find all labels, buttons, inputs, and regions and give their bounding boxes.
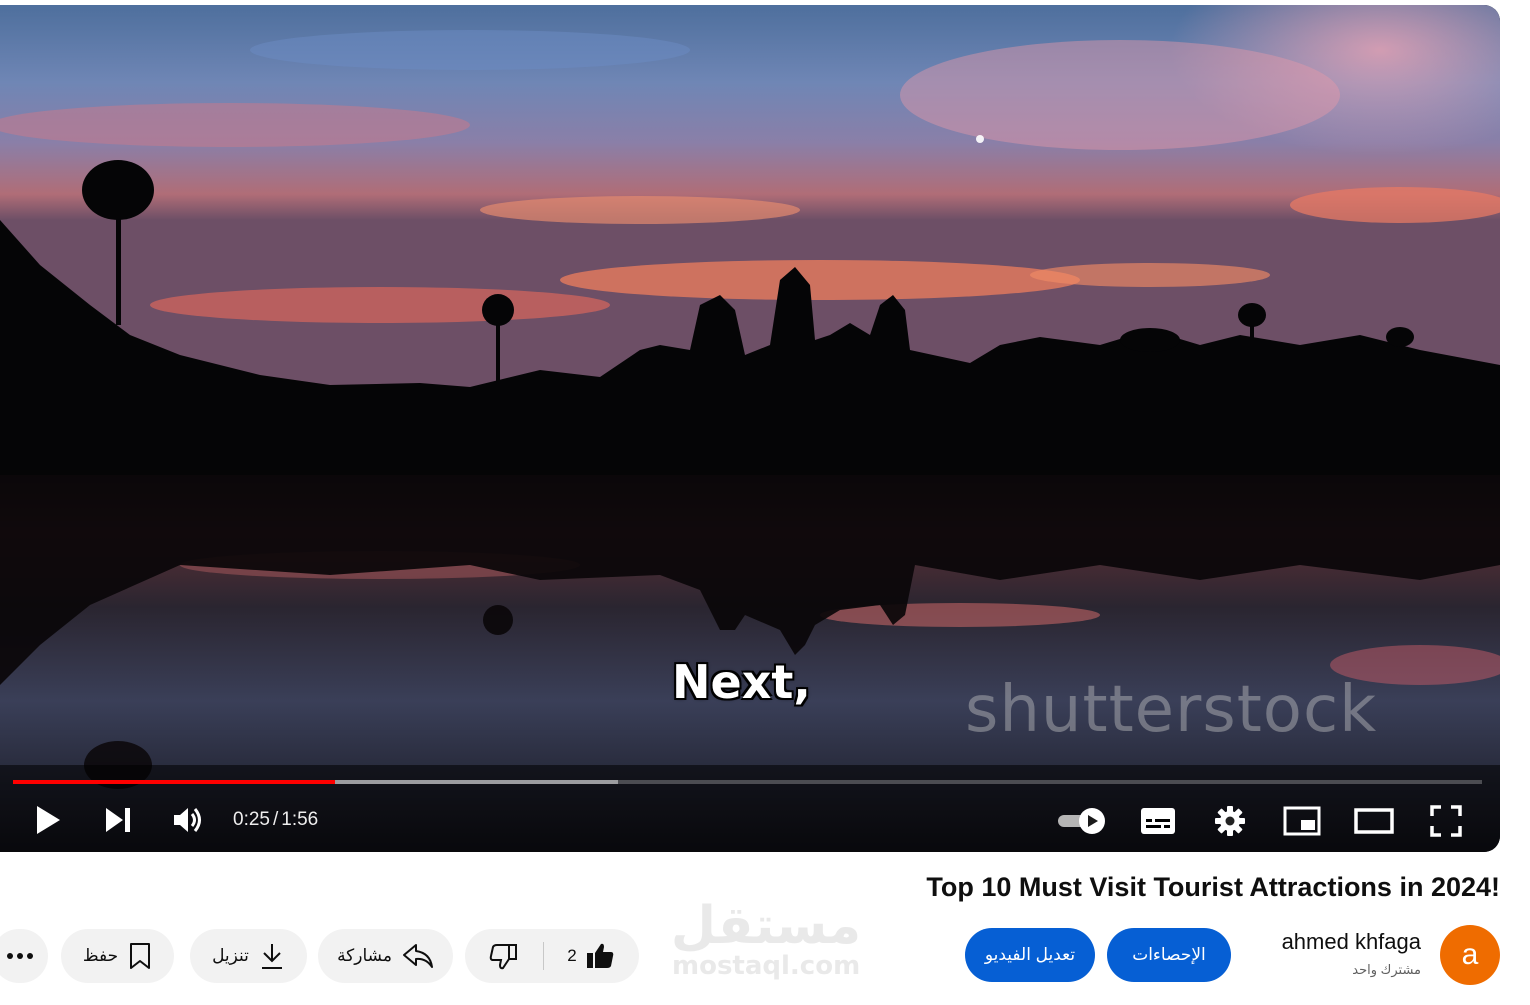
dislike-button[interactable] bbox=[465, 929, 543, 983]
play-button[interactable] bbox=[26, 798, 70, 842]
next-button[interactable] bbox=[96, 798, 140, 842]
like-divider bbox=[543, 942, 544, 970]
miniplayer-icon bbox=[1283, 806, 1321, 836]
avatar-letter: a bbox=[1461, 938, 1479, 971]
video-title: Top 10 Must Visit Tourist Attractions in… bbox=[926, 872, 1500, 902]
video-player[interactable]: Next, shutterstock 0:25/1:56 bbox=[0, 5, 1500, 852]
stats-button[interactable]: الإحصاءات bbox=[1107, 928, 1231, 982]
download-icon bbox=[261, 944, 282, 969]
autoplay-toggle-icon bbox=[1058, 808, 1105, 834]
stock-watermark: shutterstock bbox=[965, 673, 1378, 747]
subtitles-button[interactable] bbox=[1136, 799, 1180, 843]
autoplay-toggle[interactable] bbox=[1054, 801, 1110, 841]
save-button-label: حفظ bbox=[82, 946, 119, 965]
thumbs-down-icon bbox=[489, 944, 517, 970]
share-button[interactable]: مشاركة bbox=[318, 929, 453, 983]
channel-avatar[interactable]: a bbox=[1440, 925, 1500, 985]
like-dislike-group: 2 bbox=[465, 929, 639, 983]
time-current: 0:25 bbox=[233, 809, 270, 830]
download-button[interactable]: تنزيل bbox=[190, 929, 307, 983]
like-count: 2 bbox=[567, 946, 577, 965]
settings-button[interactable] bbox=[1208, 799, 1252, 843]
like-button[interactable]: 2 bbox=[543, 929, 639, 983]
channel-name[interactable]: ahmed khfaga bbox=[1282, 929, 1421, 955]
time-total: 1:56 bbox=[281, 809, 319, 830]
watermark-latin: mostaql.com bbox=[672, 951, 861, 981]
edit-video-button[interactable]: تعديل الفيديو bbox=[965, 928, 1095, 982]
stats-button-label: الإحصاءات bbox=[1132, 945, 1206, 964]
progress-bar[interactable] bbox=[13, 780, 1482, 784]
theater-mode-icon bbox=[1354, 808, 1394, 834]
volume-button[interactable] bbox=[166, 798, 210, 842]
more-horizontal-icon bbox=[7, 953, 33, 959]
progress-played bbox=[13, 780, 335, 784]
edit-video-button-label: تعديل الفيديو bbox=[984, 945, 1076, 964]
save-button[interactable]: حفظ bbox=[61, 929, 174, 983]
subscriber-count: مشترك واحد bbox=[1352, 962, 1421, 977]
time-separator: / bbox=[272, 809, 279, 830]
subtitles-icon bbox=[1141, 808, 1175, 834]
watermark-arabic: مستقل bbox=[670, 896, 862, 956]
mostaql-watermark: مستقل mostaql.com bbox=[666, 895, 866, 985]
download-button-label: تنزيل bbox=[212, 946, 249, 965]
time-display: 0:25/1:56 bbox=[233, 809, 318, 831]
play-icon bbox=[37, 806, 60, 834]
miniplayer-button[interactable] bbox=[1280, 799, 1324, 843]
share-icon bbox=[402, 944, 433, 968]
subtitle-caption: Next, bbox=[672, 655, 811, 709]
bookmark-icon bbox=[130, 943, 151, 969]
volume-icon bbox=[174, 808, 201, 832]
more-actions-button[interactable] bbox=[0, 929, 48, 983]
next-icon bbox=[106, 808, 130, 832]
fullscreen-button[interactable] bbox=[1424, 799, 1468, 843]
settings-gear-icon bbox=[1215, 806, 1245, 836]
theater-mode-button[interactable] bbox=[1352, 799, 1396, 843]
fullscreen-icon bbox=[1430, 805, 1462, 837]
share-button-label: مشاركة bbox=[337, 946, 392, 965]
thumbs-up-icon bbox=[586, 943, 613, 968]
